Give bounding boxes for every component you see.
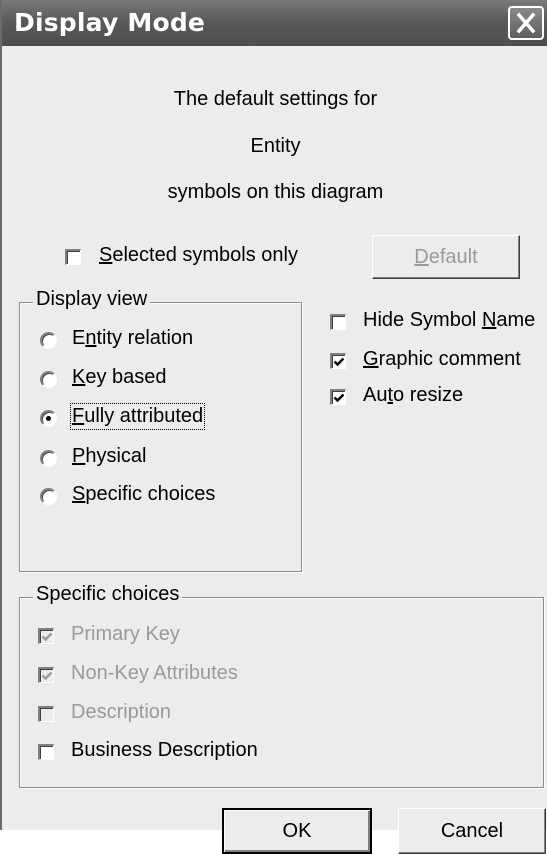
message-line-3: symbols on this diagram (167, 181, 384, 203)
key-based-radio[interactable] (40, 371, 57, 388)
hide-symbol-name-label[interactable]: Hide Symbol Name (363, 309, 535, 332)
business-description-checkbox[interactable] (38, 744, 54, 760)
description-label: Description (71, 701, 172, 723)
graphic-comment-label[interactable]: Graphic comment (363, 348, 521, 371)
checkmark-icon (333, 393, 345, 403)
specific-choices-label[interactable]: Specific choices (72, 483, 215, 506)
window-title: Display Mode (14, 8, 206, 37)
graphic-comment-checkbox[interactable] (330, 353, 346, 369)
ok-button[interactable]: OK (222, 808, 372, 854)
display-view-group-title: Display view (33, 288, 151, 311)
primary-key-checkbox[interactable] (38, 628, 54, 644)
fully-attributed-radio[interactable] (40, 410, 57, 427)
entity-relation-radio[interactable] (40, 332, 57, 349)
entity-relation-label[interactable]: Entity relation (72, 327, 193, 350)
non-key-attributes-label: Non-Key Attributes (71, 662, 238, 684)
key-based-label[interactable]: Key based (72, 366, 167, 389)
physical-label[interactable]: Physical (72, 445, 146, 468)
message-line-2: Entity (250, 135, 301, 157)
specific-choices-radio[interactable] (40, 488, 57, 505)
specific-choices-group-title: Specific choices (33, 583, 183, 606)
title-bar[interactable]: Display Mode (2, 0, 547, 46)
checkmark-icon (41, 671, 53, 681)
message-line-1: The default settings for (173, 88, 378, 110)
selected-symbols-only-checkbox[interactable] (65, 249, 81, 265)
checkmark-icon (41, 632, 53, 642)
auto-resize-checkbox[interactable] (330, 389, 346, 405)
radio-selected-dot (46, 416, 51, 421)
auto-resize-label[interactable]: Auto resize (363, 384, 463, 407)
physical-radio[interactable] (40, 450, 57, 467)
default-button[interactable]: Default (372, 235, 520, 279)
checkmark-icon (333, 357, 345, 367)
cancel-button[interactable]: Cancel (398, 808, 546, 854)
close-icon (516, 12, 536, 34)
non-key-attributes-checkbox[interactable] (38, 667, 54, 683)
description-checkbox[interactable] (38, 706, 54, 722)
dialog-body: The default settings for Entity symbols … (2, 46, 547, 854)
hide-symbol-name-checkbox[interactable] (330, 314, 346, 330)
primary-key-label: Primary Key (71, 623, 180, 645)
close-button[interactable] (508, 6, 544, 40)
display-mode-dialog: Display Mode The default settings for En… (0, 0, 547, 854)
business-description-label[interactable]: Business Description (71, 739, 258, 762)
selected-symbols-only-label[interactable]: Selected symbols only (99, 244, 298, 267)
fully-attributed-label[interactable]: Fully attributed (69, 403, 206, 430)
